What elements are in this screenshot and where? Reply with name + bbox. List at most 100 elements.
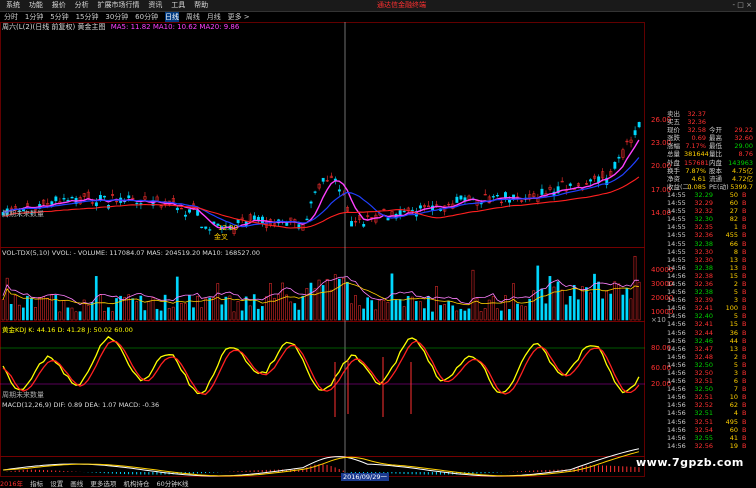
- menu-item-tools[interactable]: 工具: [171, 0, 185, 11]
- volume-bar: [617, 283, 621, 321]
- period-5min[interactable]: 5分钟: [50, 12, 68, 22]
- tick-price: 32.36: [694, 231, 713, 240]
- volume-bar: [42, 296, 45, 321]
- tick-price: 32.50: [694, 385, 713, 394]
- tick-row: 14:56 32.56 19 B: [666, 442, 756, 450]
- volume-bar: [17, 304, 21, 321]
- quote-value-2: 143963: [728, 158, 753, 167]
- quote-key: 外盘: [667, 158, 680, 167]
- volume-bar: [536, 265, 540, 321]
- volume-bar: [467, 308, 471, 321]
- tick-volume: 36: [729, 328, 738, 337]
- tick-side: B: [742, 393, 747, 402]
- tick-side: B: [742, 231, 747, 240]
- tick-price: 32.30: [694, 215, 713, 224]
- volume-bar: [410, 296, 414, 321]
- menu-item-quote[interactable]: 报价: [52, 0, 66, 11]
- volume-bar: [479, 311, 483, 321]
- volume-bar: [200, 307, 203, 321]
- tick-row: 14:55 32.35 1 B: [666, 223, 756, 231]
- tick-side: B: [742, 425, 747, 434]
- volume-bar: [633, 255, 637, 321]
- tick-price: 32.51: [694, 409, 713, 418]
- volume-bar: [289, 301, 293, 321]
- volume-bar: [516, 303, 519, 321]
- quote-row: 卖出 32.37: [666, 110, 756, 118]
- menu-item-analysis[interactable]: 分析: [75, 0, 89, 11]
- tick-side: B: [742, 385, 747, 394]
- tick-time: 14:55: [667, 190, 686, 199]
- tick-side: B: [742, 409, 747, 418]
- volume-bar: [171, 306, 175, 321]
- tick-volume: 5: [733, 312, 738, 321]
- period-1min[interactable]: 1分钟: [25, 12, 43, 22]
- volume-bar: [605, 290, 608, 321]
- tick-price: 32.55: [694, 433, 713, 442]
- volume-bar: [495, 308, 499, 321]
- tick-row: 14:56 32.54 60 B: [666, 426, 756, 434]
- candle-body: [402, 210, 406, 213]
- period-30min[interactable]: 30分钟: [105, 12, 128, 22]
- tick-volume: 3: [733, 369, 738, 377]
- ad-banner-text[interactable]: 通达信金融终端: [377, 0, 426, 11]
- tick-side: B: [742, 401, 747, 410]
- tick-volume: 19: [729, 441, 738, 450]
- volume-bar: [62, 300, 66, 321]
- quote-key: 卖出: [667, 110, 680, 118]
- candle-body: [252, 215, 256, 220]
- period-60min[interactable]: 60分钟: [135, 12, 158, 22]
- tick-time: 14:56: [667, 360, 686, 369]
- vol-unit: ×10: [651, 316, 666, 324]
- volume-bar: [70, 307, 74, 321]
- tick-time: 14:56: [667, 401, 686, 410]
- tick-price: 32.29: [694, 199, 713, 208]
- window-controls[interactable]: - □ ×: [733, 1, 752, 9]
- tick-time: 14:55: [667, 199, 686, 208]
- volume-bar: [34, 307, 37, 321]
- tick-time: 14:55: [667, 247, 686, 256]
- tick-volume: 41: [729, 433, 738, 442]
- vol-ma10-line: [2, 282, 639, 306]
- volume-bar: [572, 285, 576, 321]
- volume-bar: [252, 294, 256, 321]
- tick-volume: 4: [733, 409, 738, 418]
- quote-key-2: 内盘: [709, 158, 722, 167]
- menu-item-news[interactable]: 资讯: [148, 0, 162, 11]
- menu-item-system[interactable]: 系统: [6, 0, 20, 11]
- period-weekly[interactable]: 周线: [186, 12, 200, 22]
- volume-bar: [143, 310, 147, 321]
- tick-side: B: [742, 247, 747, 256]
- volume-bar: [597, 281, 600, 321]
- volume-bar: [585, 287, 588, 321]
- quote-value-2: 8.76: [738, 150, 753, 159]
- period-monthly[interactable]: 月线: [207, 12, 221, 22]
- tick-row: 14:56 32.41 15 B: [666, 320, 756, 328]
- menu-item-help[interactable]: 帮助: [194, 0, 208, 11]
- volume-bar: [564, 304, 568, 321]
- volume-bar: [386, 301, 390, 321]
- volume-bar: [435, 286, 438, 321]
- period-daily[interactable]: 日线: [164, 12, 179, 22]
- volume-bar: [354, 295, 357, 321]
- volume-bar: [313, 288, 317, 321]
- quote-value-2: 29.00: [734, 142, 753, 151]
- menu-item-extended-market[interactable]: 扩展市场行情: [98, 0, 140, 11]
- tick-side: B: [742, 328, 747, 337]
- volume-bar: [30, 298, 33, 321]
- tick-list[interactable]: 14:55 32.29 50 B 14:55 32.29 60 B 14:55 32.32 27 B 1…: [666, 191, 756, 450]
- tick-side: B: [742, 223, 747, 232]
- tick-price: 32.52: [694, 401, 713, 410]
- period-15min[interactable]: 15分钟: [76, 12, 99, 22]
- tick-row: 14:55 32.32 27 B: [666, 207, 756, 215]
- tick-row: 14:56 32.44 36 B: [666, 329, 756, 337]
- volume-layer: [1, 255, 641, 321]
- candle-body: [459, 195, 463, 200]
- volume-bar: [451, 305, 455, 321]
- tick-time: 14:56: [667, 304, 686, 313]
- period-more[interactable]: 更多 >: [228, 12, 250, 22]
- menu-item-function[interactable]: 功能: [29, 0, 43, 11]
- candle-body: [617, 156, 621, 159]
- period-timeshare[interactable]: 分时: [4, 12, 18, 22]
- tick-price: 32.36: [694, 279, 713, 288]
- volume-bar: [159, 310, 163, 321]
